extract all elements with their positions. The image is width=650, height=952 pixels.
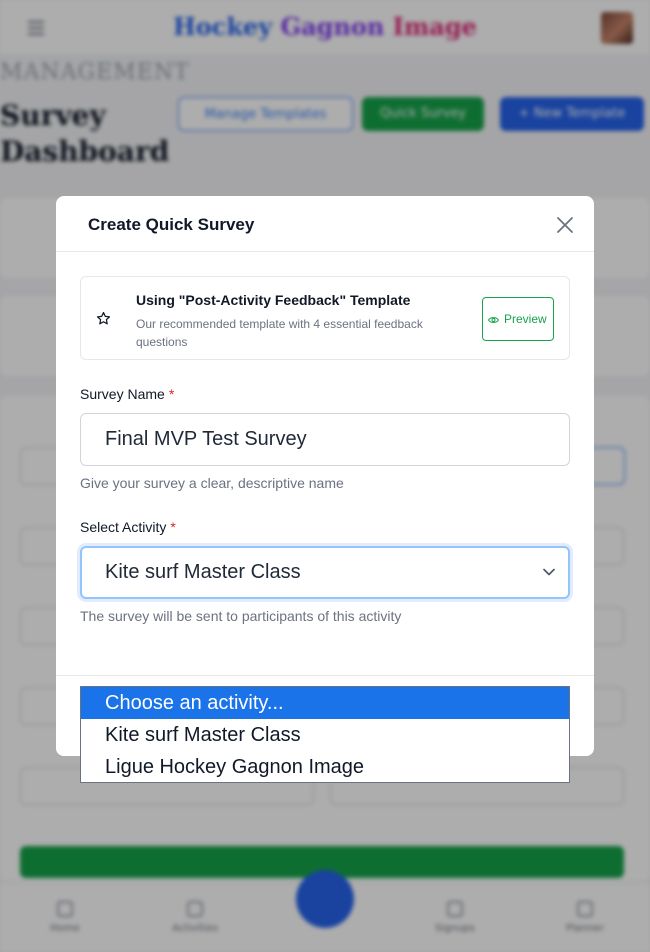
required-mark: *	[168, 386, 175, 402]
required-mark: *	[170, 519, 176, 535]
template-title: Using "Post-Activity Feedback" Template	[136, 292, 411, 308]
activity-option[interactable]: Choose an activity...	[81, 687, 569, 719]
activity-option[interactable]: Kite surf Master Class	[81, 719, 569, 751]
activity-option[interactable]: Ligue Hockey Gagnon Image	[81, 751, 569, 783]
close-button[interactable]	[554, 214, 576, 236]
modal-header: Create Quick Survey	[56, 196, 594, 252]
template-info-box: Using "Post-Activity Feedback" Template …	[80, 276, 570, 360]
preview-button[interactable]: Preview	[482, 297, 554, 341]
chevron-down-icon	[543, 568, 555, 576]
close-icon	[557, 217, 573, 233]
eye-icon	[488, 317, 499, 323]
activity-help: The survey will be sent to participants …	[80, 608, 402, 624]
modal-title: Create Quick Survey	[88, 215, 255, 234]
preview-label: Preview	[504, 312, 547, 326]
star-icon	[96, 311, 111, 325]
template-description: Our recommended template with 4 essentia…	[136, 317, 423, 349]
select-activity-label: Select Activity *	[80, 519, 176, 535]
survey-name-help: Give your survey a clear, descriptive na…	[80, 475, 344, 491]
survey-name-input[interactable]	[80, 413, 570, 466]
activity-select[interactable]: Kite surf Master Class	[80, 546, 570, 599]
survey-name-label: Survey Name *	[80, 386, 175, 402]
activity-select-value: Kite surf Master Class	[105, 561, 301, 583]
create-quick-survey-modal: Create Quick Survey Using "Post-Activity…	[56, 196, 594, 756]
activity-dropdown-list: Choose an activity... Kite surf Master C…	[80, 686, 570, 783]
